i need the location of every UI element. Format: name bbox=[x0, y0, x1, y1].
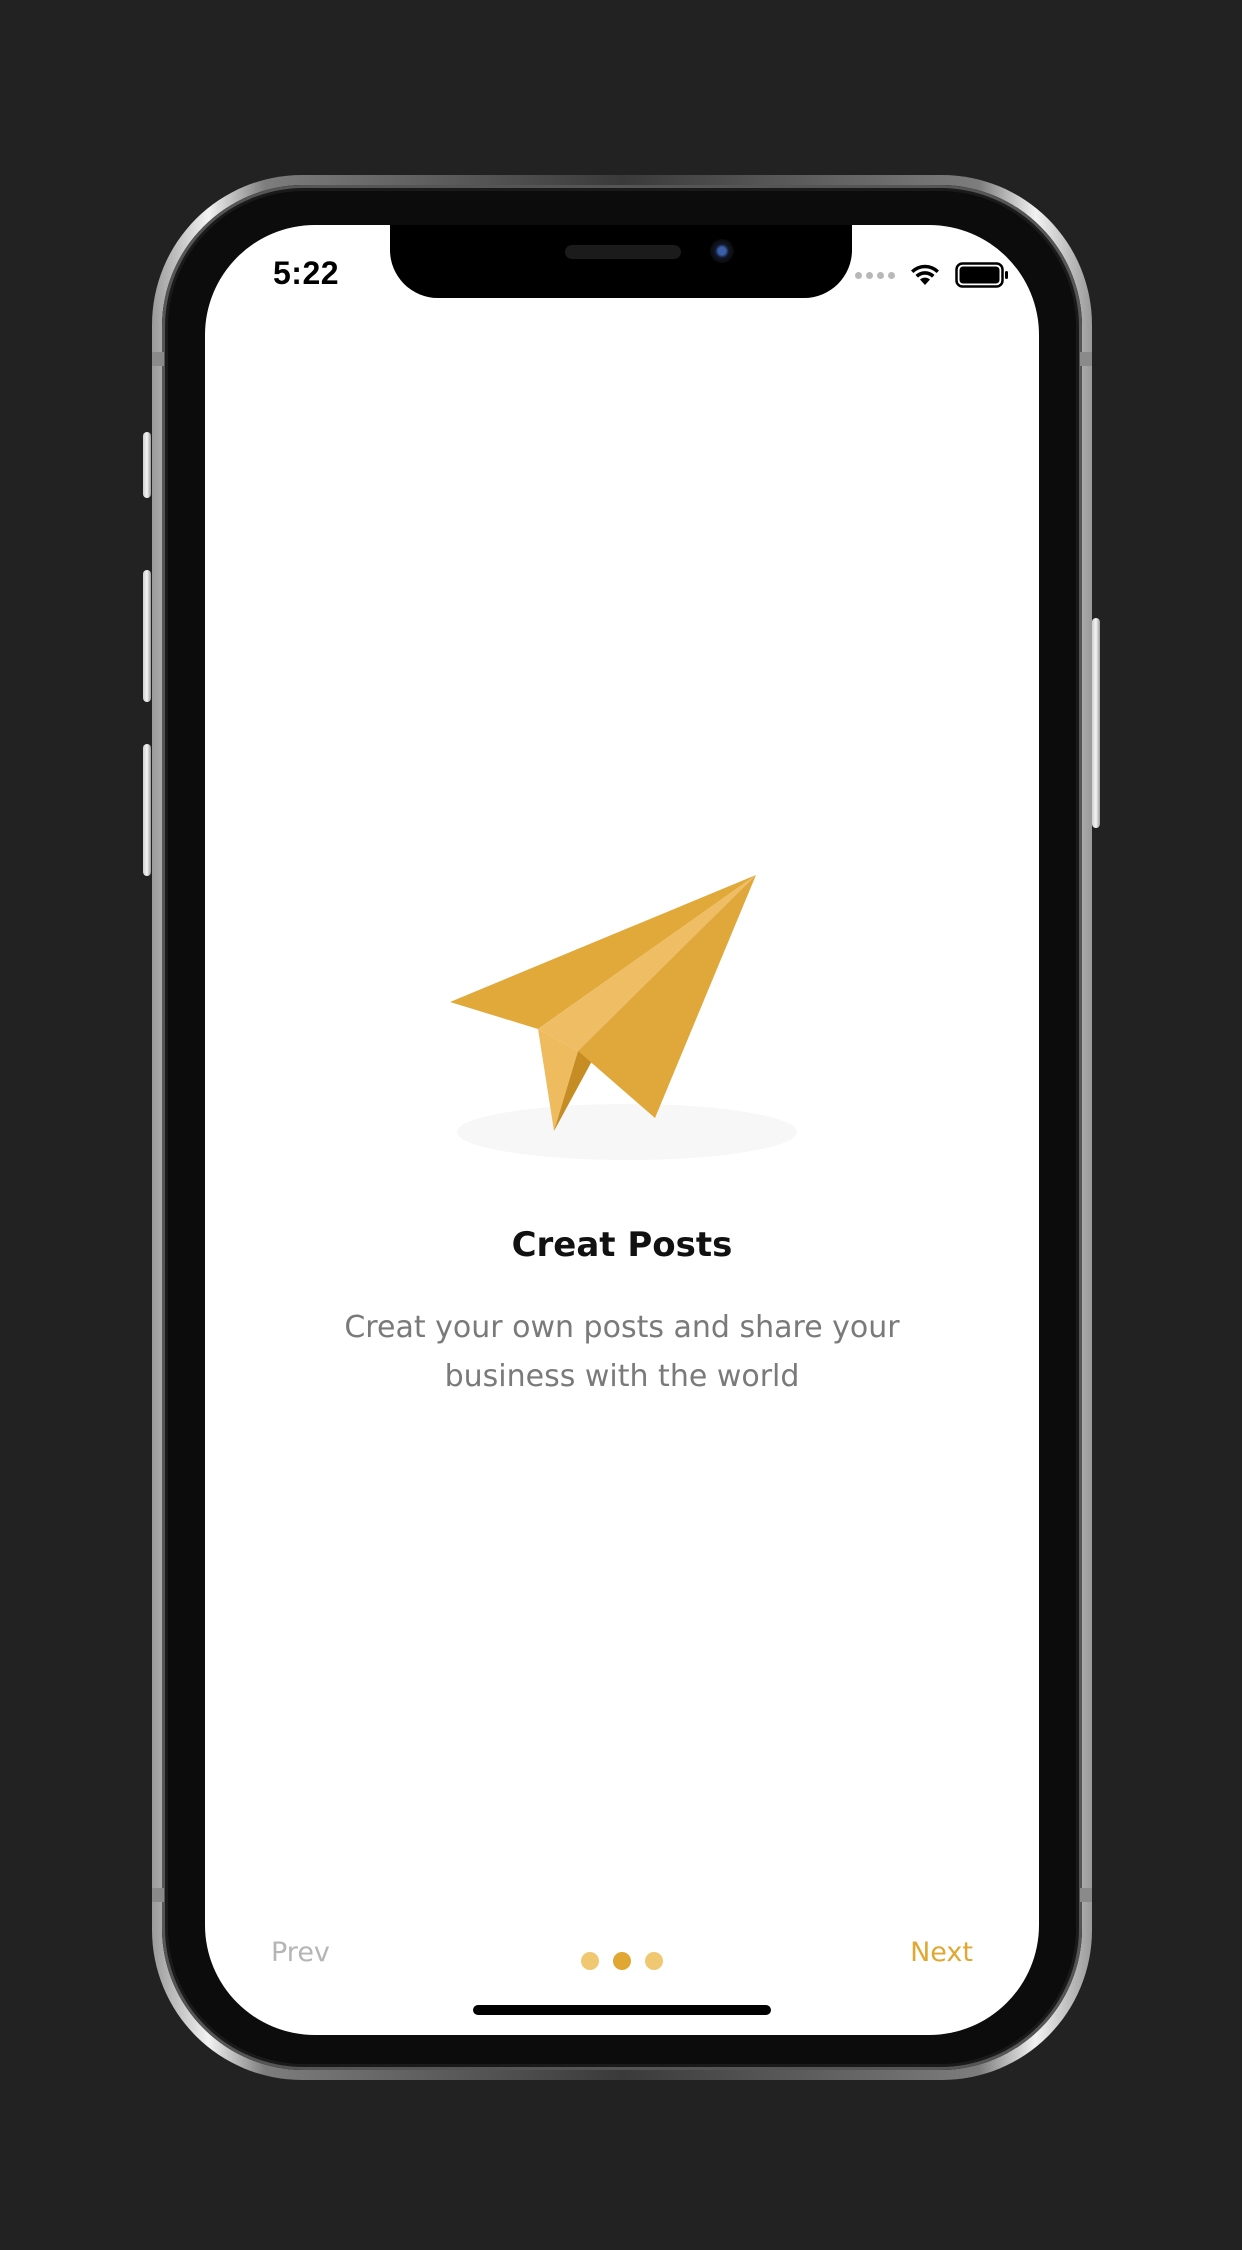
next-button[interactable]: Next bbox=[910, 1937, 973, 1968]
paper-plane-icon bbox=[450, 875, 797, 1160]
phone-screen: 5:22 Creat Posts Creat your own posts an… bbox=[205, 225, 1039, 2035]
status-icons bbox=[855, 262, 1009, 288]
page-dot[interactable] bbox=[645, 1952, 663, 1970]
onboarding-description: Creat your own posts and share your busi… bbox=[344, 1310, 900, 1394]
antenna-band bbox=[1080, 352, 1092, 366]
silent-switch bbox=[143, 432, 151, 498]
onboarding-title: Creat Posts bbox=[511, 1225, 733, 1265]
notch bbox=[390, 225, 852, 298]
antenna-band bbox=[152, 352, 164, 366]
antenna-band bbox=[1080, 1888, 1092, 1902]
speaker-grille bbox=[565, 245, 681, 259]
page-dot[interactable] bbox=[581, 1952, 599, 1970]
volume-down-button bbox=[143, 744, 151, 876]
status-time: 5:22 bbox=[273, 255, 340, 291]
cellular-signal-icon bbox=[855, 271, 895, 279]
home-indicator[interactable] bbox=[473, 2005, 771, 2015]
wifi-icon bbox=[911, 264, 939, 285]
power-button bbox=[1092, 618, 1100, 828]
front-camera bbox=[710, 239, 734, 263]
antenna-band bbox=[152, 1888, 164, 1902]
volume-up-button bbox=[143, 570, 151, 702]
battery-icon bbox=[955, 262, 1008, 288]
page-dot-active[interactable] bbox=[613, 1952, 631, 1970]
